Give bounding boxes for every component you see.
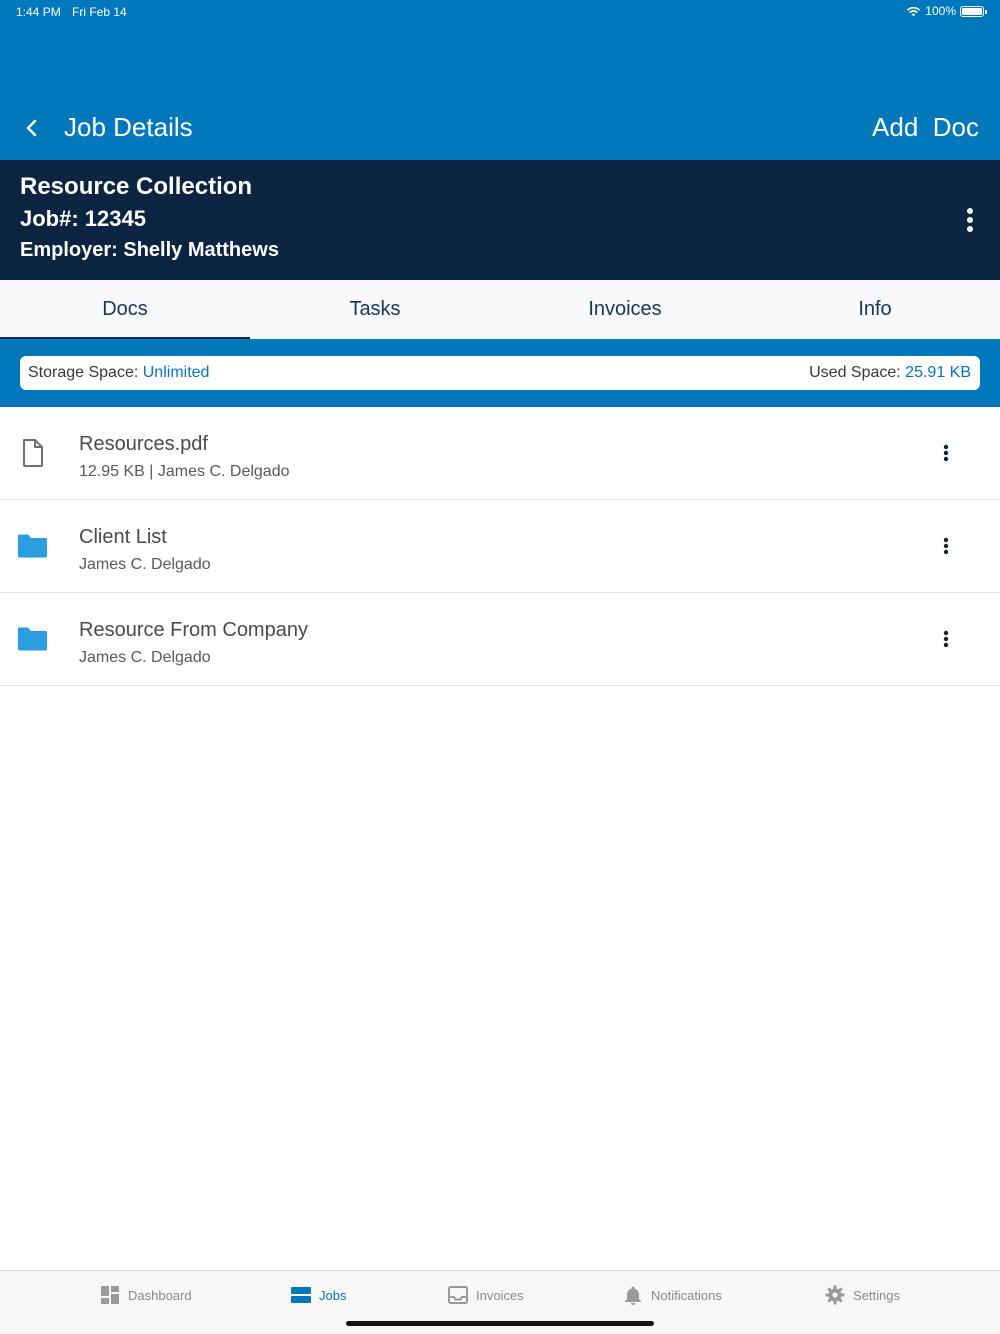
tab-info[interactable]: Info: [750, 280, 1000, 339]
more-vertical-icon: [943, 444, 949, 462]
storage-space: Storage Space: Unlimited: [28, 364, 209, 382]
doc-name: Resource From Company: [79, 619, 308, 641]
nav-settings[interactable]: Settings: [825, 1285, 900, 1305]
nav-label: Jobs: [319, 1287, 347, 1303]
list-item[interactable]: Client List James C. Delgado: [0, 500, 1000, 593]
used-space: Used Space: 25.91 KB: [809, 364, 971, 382]
bell-icon: [625, 1286, 641, 1305]
wifi-icon: [907, 6, 921, 16]
app-root: 1:44 PM Fri Feb 14 100% Job Details Add …: [0, 0, 1000, 1334]
doc-more-button[interactable]: [936, 627, 956, 651]
home-indicator[interactable]: [346, 1321, 654, 1326]
job-employer: Employer: Shelly Matthews: [20, 239, 279, 261]
storage-box: Storage Space: Unlimited Used Space: 25.…: [20, 356, 980, 390]
back-button[interactable]: [16, 112, 48, 144]
nav-label: Settings: [853, 1287, 900, 1303]
dashboard-icon: [101, 1286, 119, 1304]
used-space-value: 25.91 KB: [905, 364, 971, 381]
job-title: Resource Collection: [20, 173, 253, 200]
tab-invoices[interactable]: Invoices: [500, 280, 750, 339]
nav-jobs[interactable]: Jobs: [291, 1285, 346, 1305]
nav-invoices[interactable]: Invoices: [448, 1285, 524, 1305]
gear-icon: [825, 1285, 845, 1305]
tab-bar: Docs Tasks Invoices Info: [0, 280, 1000, 339]
document-list: Resources.pdf 12.95 KB | James C. Delgad…: [0, 407, 1000, 686]
add-doc-button[interactable]: Add Doc: [872, 112, 979, 143]
nav-label: Dashboard: [128, 1287, 192, 1303]
nav-label: Invoices: [476, 1287, 524, 1303]
nav-dashboard[interactable]: Dashboard: [100, 1285, 192, 1305]
page-title: Job Details: [64, 112, 193, 142]
more-vertical-icon: [967, 208, 973, 232]
tab-docs[interactable]: Docs: [0, 280, 250, 339]
doc-meta: James C. Delgado: [79, 556, 211, 573]
list-item[interactable]: Resource From Company James C. Delgado: [0, 593, 1000, 686]
job-number: Job#: 12345: [20, 206, 146, 231]
storage-space-value: Unlimited: [142, 364, 210, 381]
file-icon: [23, 439, 43, 467]
battery-icon: [960, 5, 987, 17]
doc-meta: James C. Delgado: [79, 649, 211, 666]
status-date: Fri Feb 14: [72, 5, 127, 19]
doc-more-button[interactable]: [936, 534, 956, 558]
more-vertical-icon: [943, 630, 949, 648]
jobs-icon: [291, 1287, 311, 1303]
status-right: 100%: [906, 4, 987, 18]
inbox-icon: [448, 1286, 468, 1304]
chevron-left-icon: [26, 119, 37, 137]
used-space-label: Used Space:: [809, 364, 901, 381]
doc-name: Resources.pdf: [79, 433, 208, 455]
list-item[interactable]: Resources.pdf 12.95 KB | James C. Delgad…: [0, 407, 1000, 500]
folder-icon: [18, 534, 47, 558]
folder-icon: [18, 627, 47, 651]
doc-meta: 12.95 KB | James C. Delgado: [79, 463, 290, 480]
storage-strip: Storage Space: Unlimited Used Space: 25.…: [0, 339, 1000, 407]
more-vertical-icon: [943, 537, 949, 555]
job-more-button[interactable]: [956, 204, 984, 236]
status-time: 1:44 PM: [16, 5, 61, 19]
job-summary: Resource Collection Job#: 12345 Employer…: [0, 160, 1000, 280]
top-header: 1:44 PM Fri Feb 14 100% Job Details Add …: [0, 0, 1000, 160]
doc-more-button[interactable]: [936, 441, 956, 465]
tab-tasks[interactable]: Tasks: [250, 280, 500, 339]
battery-fill: [962, 7, 982, 15]
nav-label: Notifications: [651, 1287, 722, 1303]
battery-percent: 100%: [925, 4, 956, 18]
status-bar: 1:44 PM Fri Feb 14 100%: [0, 0, 1000, 24]
doc-name: Client List: [79, 526, 167, 548]
storage-space-label: Storage Space:: [28, 364, 139, 381]
nav-notifications[interactable]: Notifications: [623, 1285, 722, 1305]
